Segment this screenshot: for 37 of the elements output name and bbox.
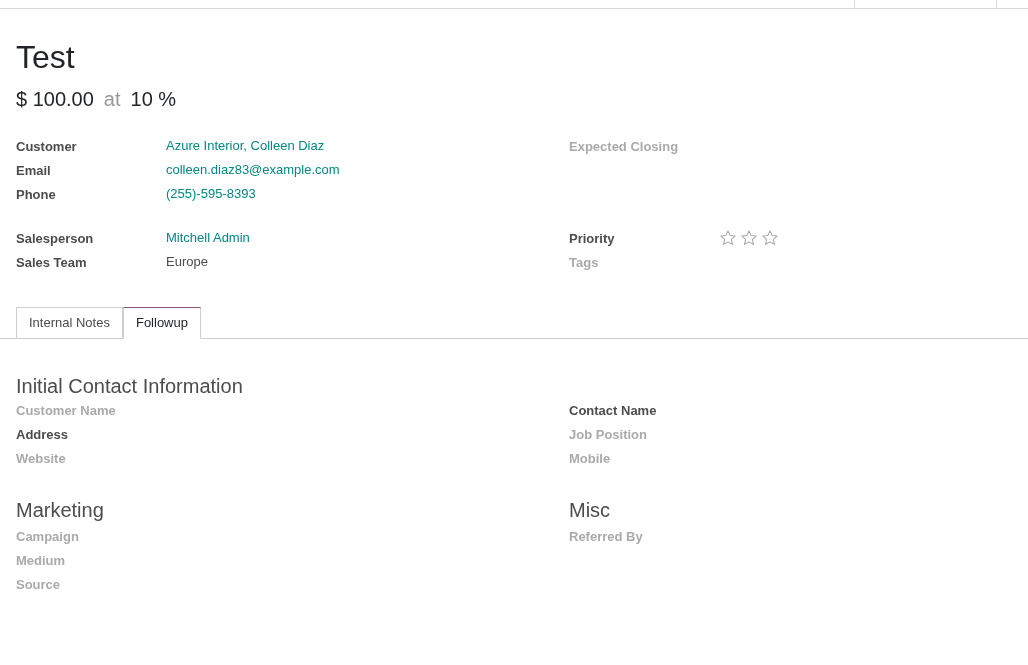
field-link[interactable]: Azure Interior, Colleen Diaz: [166, 136, 325, 156]
header-button[interactable]: [854, 0, 997, 9]
field-label: Contact Name: [569, 402, 657, 420]
tab[interactable]: Internal Notes: [16, 307, 123, 339]
field-label: Customer: [16, 138, 77, 154]
field-label: Website: [16, 450, 66, 468]
field-label: Expected Closing: [569, 138, 679, 154]
field-label: Email: [16, 162, 51, 178]
field-label: Source: [16, 576, 61, 594]
section-heading: Initial Contact Information: [16, 374, 244, 399]
field-label: Address: [16, 426, 69, 444]
at-label: at: [103, 87, 121, 111]
field-label: Priority: [569, 230, 615, 246]
field-label: Campaign: [16, 528, 79, 546]
field-link[interactable]: (255)-595-8393: [166, 184, 256, 204]
field-value: Europe: [166, 253, 208, 272]
tab[interactable]: Followup: [122, 307, 201, 339]
section-heading: Marketing: [16, 498, 105, 523]
field-label: Medium: [16, 552, 66, 570]
star-icon[interactable]: [740, 229, 758, 247]
field-label: Salesperson: [16, 230, 94, 246]
field-label: Referred By: [569, 528, 643, 546]
field-link[interactable]: colleen.diaz83@example.com: [166, 160, 340, 180]
field-label: Mobile: [569, 450, 611, 468]
star-icon[interactable]: [719, 229, 737, 247]
field-link[interactable]: Mitchell Admin: [166, 228, 250, 248]
opportunity-title: Test: [16, 38, 76, 77]
field-label: Customer Name: [16, 402, 116, 420]
field-label: Phone: [16, 186, 56, 202]
star-icon[interactable]: [761, 229, 779, 247]
expected-revenue: $ 100.00: [16, 87, 94, 111]
probability: 10 %: [130, 87, 177, 111]
field-label: Tags: [569, 254, 599, 270]
priority-stars[interactable]: [719, 229, 779, 247]
field-label: Job Position: [569, 426, 647, 444]
field-label: Sales Team: [16, 254, 87, 270]
section-heading: Misc: [569, 498, 612, 523]
